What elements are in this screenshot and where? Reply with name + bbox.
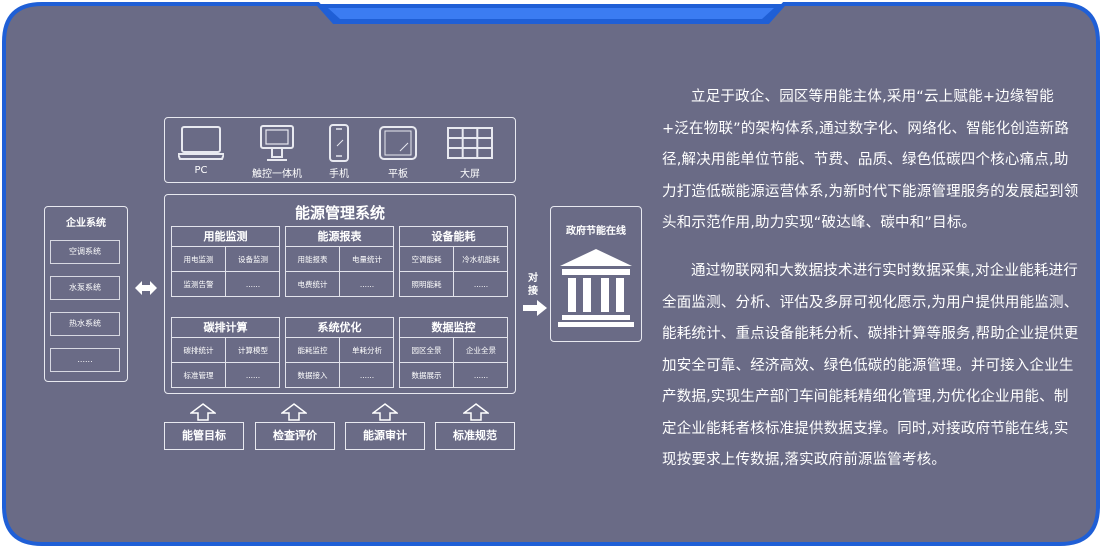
module-cell: 数据展示 (400, 363, 454, 388)
enterprise-system-title: 企业系统 (66, 218, 106, 229)
up-arrow-icon (281, 403, 307, 421)
device-label-kiosk: 触控一体机 (252, 169, 302, 180)
up-arrow-icon (190, 403, 216, 421)
module-cell: 照明能耗 (400, 272, 454, 297)
module-title: 用能监测 (172, 227, 279, 247)
bottom-box: 检查评价 (255, 422, 335, 450)
system-title: 能源管理系统 (294, 204, 385, 222)
right-arrow-icon (523, 300, 547, 316)
up-arrow-icon (463, 403, 489, 421)
module-cell: 标准管理 (172, 363, 226, 388)
bottom-box: 标准规范 (435, 422, 515, 450)
enterprise-item: ...... (50, 348, 120, 372)
module-cell: 电费统计 (286, 272, 340, 297)
module-cell: 冷水机能耗 (454, 247, 508, 272)
enterprise-item: 热水系统 (50, 312, 120, 336)
device-label-big-screen: 大屏 (460, 169, 480, 180)
device-label-tablet: 平板 (388, 169, 408, 180)
enterprise-item: 水泵系统 (50, 276, 120, 300)
kiosk-icon (260, 125, 294, 161)
bottom-box: 能源审计 (345, 422, 425, 450)
module-cell: 空调能耗 (400, 247, 454, 272)
module-cell: ...... (473, 371, 489, 380)
government-building-icon (558, 249, 634, 327)
module-group: 能源报表 用能报表 电量统计 电费统计 ...... (285, 226, 394, 297)
module-title: 能源报表 (286, 227, 393, 247)
enterprise-item: 空调系统 (50, 240, 120, 264)
module-title: 数据监控 (400, 318, 507, 338)
module-cell: 用电监测 (172, 247, 226, 272)
device-label-pc: PC (194, 165, 208, 176)
module-group: 系统优化 能耗监控 单耗分析 数据接入 ...... (285, 317, 394, 388)
module-cell: ...... (359, 371, 375, 380)
module-title: 设备能耗 (400, 227, 507, 247)
module-title: 系统优化 (286, 318, 393, 338)
module-cell: 计算模型 (226, 338, 280, 363)
phone-icon (329, 124, 349, 162)
device-label-phone: 手机 (329, 169, 349, 180)
gov-title: 政府节能在线 (566, 226, 626, 237)
module-cell: 监测告警 (172, 272, 226, 297)
top-tab-highlight (328, 8, 774, 19)
module-cell: 碳排统计 (172, 338, 226, 363)
detail-paragraph: 通过物联网和大数据技术进行实时数据采集,对企业能耗进行全面监测、分析、评估及多屏… (662, 263, 1079, 468)
intro-paragraph: 立足于政企、园区等用能主体,采用“云上赋能+边缘智能+泛在物联”的架构体系,通过… (662, 89, 1079, 231)
big-screen-icon (447, 127, 493, 159)
bottom-box: 能管目标 (164, 422, 244, 450)
module-group: 数据监控 园区全景 企业全景 数据展示 ...... (399, 317, 508, 388)
module-cell: 能耗监控 (286, 338, 340, 363)
module-cell: 设备监测 (226, 247, 280, 272)
module-cell: ...... (245, 371, 261, 380)
module-group: 设备能耗 空调能耗 冷水机能耗 照明能耗 ...... (399, 226, 508, 297)
module-title: 碳排计算 (172, 318, 279, 338)
tablet-icon (379, 126, 417, 160)
module-cell: 企业全景 (454, 338, 508, 363)
module-cell: 单耗分析 (340, 338, 394, 363)
module-cell: ...... (359, 280, 375, 289)
module-cell: 园区全景 (400, 338, 454, 363)
pc-icon (178, 126, 224, 160)
bidirectional-arrow-icon (135, 281, 157, 295)
module-cell: 用能报表 (286, 247, 340, 272)
module-cell: 数据接入 (286, 363, 340, 388)
module-cell: ...... (245, 280, 261, 289)
module-cell: 电量统计 (340, 247, 394, 272)
module-cell: ...... (473, 280, 489, 289)
up-arrow-icon (372, 403, 398, 421)
connect-label: 对接 (528, 273, 538, 297)
module-group: 碳排计算 碳排统计 计算模型 标准管理 ...... (171, 317, 280, 388)
module-group: 用能监测 用电监测 设备监测 监测告警 ...... (171, 226, 280, 297)
